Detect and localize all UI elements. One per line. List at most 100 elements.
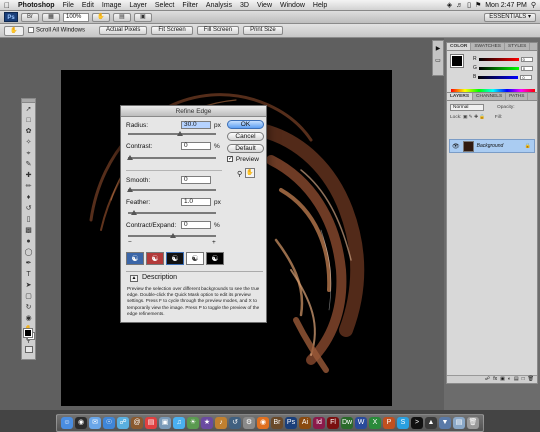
marquee-tool-icon[interactable]: □ [23,116,34,125]
layer-row-background[interactable]: 👁 Background 🔒 [449,139,535,153]
link-layers-icon[interactable]: ☍ [485,376,490,383]
menu-image[interactable]: Image [98,2,125,9]
wifi-icon[interactable]: ◈ [447,1,452,9]
preview-checkbox[interactable]: ✓ Preview [227,156,259,163]
menu-file[interactable]: File [59,2,78,9]
eyedropper-tool-icon[interactable]: ✎ [23,160,34,169]
standard-preview-icon[interactable]: ☯ [126,252,144,265]
cancel-button[interactable]: Cancel [227,132,264,141]
on-black-preview-icon[interactable]: ☯ [166,252,184,265]
lasso-tool-icon[interactable]: ✿ [23,127,34,136]
photoshop-app-icon[interactable]: Ps [285,417,297,429]
finder-icon[interactable]: ☺ [61,417,73,429]
contrast-field[interactable]: 0 [181,142,211,150]
quick-select-tool-icon[interactable]: ✧ [23,138,34,147]
trash-icon[interactable]: 🗑 [528,376,534,383]
fill-screen-button[interactable]: Fill Screen [196,26,240,35]
type-tool-icon[interactable]: T [23,270,34,279]
address-book-icon[interactable]: @ [131,417,143,429]
fill-label[interactable]: Fill: [495,115,502,120]
healing-brush-icon[interactable]: ✚ [23,171,34,180]
print-size-button[interactable]: Print Size [243,26,283,35]
radius-slider-knob[interactable] [177,131,183,136]
history-panel-icon[interactable]: ▶ [434,45,442,53]
bridge-button[interactable]: Br [21,12,39,22]
menu-analysis[interactable]: Analysis [202,2,236,9]
view-extras-button[interactable]: ▦ [42,12,60,22]
red-slider[interactable] [478,57,519,61]
apple-menu-icon[interactable]:  [0,1,14,10]
shape-tool-icon[interactable]: ▢ [23,292,34,301]
foreground-color-swatch[interactable] [23,328,33,338]
blend-mode-select[interactable]: Normal [450,104,484,111]
move-tool-icon[interactable]: ➚ [23,105,34,114]
terminal-icon[interactable]: > [411,417,423,429]
layer-name[interactable]: Background [477,143,504,149]
menu-view[interactable]: View [253,2,276,9]
contract-expand-slider-knob[interactable] [170,233,176,238]
firefox-icon[interactable]: ◉ [257,417,269,429]
zoom-level-field[interactable]: 100% [63,12,89,22]
layer-style-icon[interactable]: fx [493,376,497,383]
path-select-icon[interactable]: ➤ [23,281,34,290]
menu-select[interactable]: Select [151,2,178,9]
word-app-icon[interactable]: W [355,417,367,429]
scroll-all-windows-option[interactable]: Scroll All Windows [28,27,85,34]
blue-value[interactable]: 0 [520,74,533,80]
mail-icon[interactable]: ✉ [89,417,101,429]
tool-preset-picker[interactable]: ✋ [4,25,24,36]
contrast-slider[interactable] [127,155,216,160]
battery-icon[interactable]: ▯ [467,1,471,9]
ok-button[interactable]: OK [227,120,264,129]
info-panel-icon[interactable]: ▭ [434,57,442,65]
default-button[interactable]: Default [227,144,264,153]
blur-tool-icon[interactable]: ● [23,237,34,246]
green-slider[interactable] [478,66,519,70]
tab-color[interactable]: COLOR [447,43,472,50]
bridge-app-icon[interactable]: Br [271,417,283,429]
fit-screen-button[interactable]: Fit Screen [151,26,193,35]
contrast-slider-knob[interactable] [127,155,133,160]
clone-stamp-icon[interactable]: ♦ [23,193,34,202]
pen-tool-icon[interactable]: ✒ [23,259,34,268]
dodge-tool-icon[interactable]: ◯ [23,248,34,257]
tools-panel-grip[interactable] [22,99,35,103]
garageband-icon[interactable]: ♪ [215,417,227,429]
preview-check-box[interactable]: ✓ [227,156,233,163]
dashboard-icon[interactable]: ◉ [75,417,87,429]
itunes-icon[interactable]: ♫ [173,417,185,429]
tab-channels[interactable]: CHANNELS [473,93,507,100]
flash-app-icon[interactable]: Fl [327,417,339,429]
brush-tool-icon[interactable]: ✏ [23,182,34,191]
eye-icon[interactable]: 👁 [452,143,460,150]
description-toggle-icon[interactable]: ▲ [130,275,138,282]
mask-preview-icon[interactable]: ☯ [206,252,224,265]
new-layer-icon[interactable]: □ [522,376,525,383]
workspace-switcher[interactable]: ESSENTIALS ▾ [484,13,536,22]
menu-window[interactable]: Window [276,2,309,9]
time-machine-icon[interactable]: ↺ [229,417,241,429]
system-preferences-icon[interactable]: ⚙ [243,417,255,429]
hand-icon[interactable]: ✋ [245,168,255,178]
flag-icon[interactable]: ⚑ [475,1,481,9]
zoom-icon[interactable]: ⚲ [237,170,242,178]
tab-swatches[interactable]: SWATCHES [471,43,505,50]
dreamweaver-app-icon[interactable]: Dw [341,417,353,429]
contract-expand-field[interactable]: 0 [181,221,211,229]
smooth-slider-knob[interactable] [127,187,133,192]
radius-field[interactable]: 30.0 [181,121,211,129]
trash-icon[interactable]: 🗑 [467,417,479,429]
tab-paths[interactable]: PATHS [506,93,529,100]
new-group-icon[interactable]: ▤ [514,376,519,383]
feather-slider-knob[interactable] [131,210,137,215]
indesign-app-icon[interactable]: Id [313,417,325,429]
3d-orbit-icon[interactable]: ◉ [23,314,34,323]
downloads-stack-icon[interactable]: ▼ [439,417,451,429]
excel-app-icon[interactable]: X [369,417,381,429]
documents-stack-icon[interactable]: ▤ [453,417,465,429]
menu-help[interactable]: Help [309,2,331,9]
menu-clock[interactable]: Mon 2:47 PM [485,2,527,9]
fg-color-chip[interactable] [450,54,464,68]
iphoto-icon[interactable]: ☀ [187,417,199,429]
feather-slider[interactable] [128,210,216,215]
